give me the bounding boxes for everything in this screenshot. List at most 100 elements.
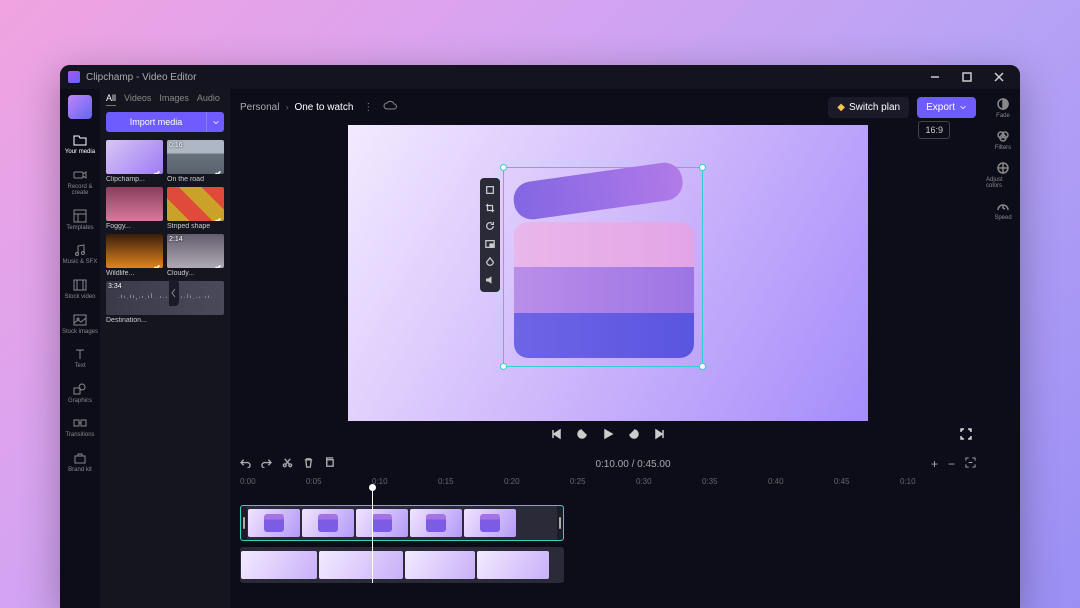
preview-canvas[interactable]: 16:9 [348, 125, 868, 421]
media-tabs: All Videos Images Audio [106, 93, 224, 106]
rail-brand-kit[interactable]: Brand kit [61, 447, 99, 478]
media-item[interactable]: 0:16 On the road [167, 140, 224, 183]
rail-record[interactable]: Record & create [61, 164, 99, 201]
transform-button[interactable] [480, 181, 500, 199]
opacity-button[interactable] [480, 253, 500, 271]
skip-forward-button[interactable] [654, 427, 666, 445]
transition-icon [73, 416, 87, 430]
import-media-dropdown[interactable] [206, 112, 224, 132]
resize-handle[interactable] [500, 164, 507, 171]
tab-all[interactable]: All [106, 93, 116, 106]
floating-toolbar [480, 178, 500, 292]
export-button[interactable]: Export [917, 97, 976, 118]
media-panel: All Videos Images Audio Import media Cli… [100, 89, 230, 608]
chevron-right-icon: › [285, 102, 288, 112]
shapes-icon [73, 382, 87, 396]
briefcase-icon [73, 451, 87, 465]
playhead[interactable] [372, 487, 373, 583]
rail-stock-images[interactable]: Stock images [61, 309, 99, 340]
split-button[interactable] [282, 457, 293, 471]
left-nav-rail: Your media Record & create Templates Mus… [60, 89, 100, 608]
media-item[interactable]: 2:14 Cloudy... [167, 234, 224, 277]
titlebar: Clipchamp - Video Editor [60, 65, 1020, 89]
project-menu-button[interactable]: ⋮ [359, 102, 377, 113]
camera-icon [73, 168, 87, 182]
editor-main: Personal › One to watch ⋮ ◆ Switch plan … [230, 89, 986, 608]
film-icon [73, 278, 87, 292]
zoom-out-button[interactable]: − [948, 457, 955, 471]
diamond-icon: ◆ [837, 102, 845, 113]
switch-plan-button[interactable]: ◆ Switch plan [828, 97, 909, 118]
timeline[interactable]: 0:00 0:05 0:10 0:15 0:20 0:25 0:30 0:35 … [230, 477, 986, 608]
window-title: Clipchamp - Video Editor [86, 72, 196, 83]
minimize-button[interactable] [922, 65, 948, 89]
app-window: Clipchamp - Video Editor Your media Reco… [60, 65, 1020, 608]
timeline-clip[interactable]: Clipchamp icon [240, 505, 564, 541]
zoom-in-button[interactable]: + [931, 457, 938, 471]
rail-music[interactable]: Music & SFX [61, 239, 99, 270]
app-logo-icon [68, 71, 80, 83]
filters-tool[interactable]: Filters [995, 129, 1011, 151]
delete-button[interactable] [303, 457, 314, 471]
player-controls [230, 421, 986, 451]
app-logo-icon [68, 95, 92, 119]
breadcrumb-project[interactable]: One to watch [294, 102, 353, 113]
timeline-toolbar: 0:10.00 / 0:45.00 + − [230, 451, 986, 477]
right-tools-rail: Fade Filters Adjust colors Speed [986, 89, 1020, 608]
zoom-fit-button[interactable] [965, 457, 976, 471]
media-item[interactable]: Clipchamp... [106, 140, 163, 183]
fullscreen-button[interactable] [960, 427, 972, 445]
media-item[interactable]: Wildlife... [106, 234, 163, 277]
close-button[interactable] [986, 65, 1012, 89]
folder-icon [73, 133, 87, 147]
skip-back-button[interactable] [550, 427, 562, 445]
text-icon [73, 347, 87, 361]
rail-text[interactable]: Text [61, 343, 99, 374]
rail-graphics[interactable]: Graphics [61, 378, 99, 409]
tab-images[interactable]: Images [159, 93, 189, 106]
rotate-button[interactable] [480, 217, 500, 235]
timeline-clip[interactable] [240, 547, 564, 583]
clip-trim-handle[interactable] [557, 506, 563, 540]
redo-button[interactable] [261, 457, 272, 471]
fade-tool[interactable]: Fade [996, 97, 1010, 119]
media-grid: Clipchamp... 0:16 On the road Foggy... S… [106, 140, 224, 324]
undo-button[interactable] [240, 457, 251, 471]
audio-mute-button[interactable] [480, 271, 500, 289]
selection-box[interactable] [503, 167, 703, 367]
timeline-ruler[interactable]: 0:00 0:05 0:10 0:15 0:20 0:25 0:30 0:35 … [240, 477, 976, 491]
step-back-button[interactable] [576, 427, 588, 445]
crop-button[interactable] [480, 199, 500, 217]
speed-tool[interactable]: Speed [994, 199, 1011, 221]
media-item[interactable]: Foggy... [106, 187, 163, 230]
music-icon [73, 243, 87, 257]
step-forward-button[interactable] [628, 427, 640, 445]
cloud-sync-icon[interactable] [383, 99, 397, 116]
adjust-colors-tool[interactable]: Adjust colors [986, 161, 1020, 189]
breadcrumb-root[interactable]: Personal [240, 102, 279, 113]
template-icon [73, 209, 87, 223]
resize-handle[interactable] [500, 363, 507, 370]
resize-handle[interactable] [699, 164, 706, 171]
rail-your-media[interactable]: Your media [61, 129, 99, 160]
clapperboard-graphic [514, 178, 694, 358]
rail-templates[interactable]: Templates [61, 205, 99, 236]
tab-videos[interactable]: Videos [124, 93, 151, 106]
pip-button[interactable] [480, 235, 500, 253]
import-media-button[interactable]: Import media [106, 112, 206, 132]
collapse-panel-button[interactable] [169, 280, 179, 306]
resize-handle[interactable] [699, 363, 706, 370]
duplicate-button[interactable] [324, 457, 335, 471]
rail-transitions[interactable]: Transitions [61, 412, 99, 443]
breadcrumb: Personal › One to watch ⋮ [240, 99, 397, 116]
media-item[interactable]: 3:34 Destination... [106, 281, 224, 324]
rail-stock-video[interactable]: Stock video [61, 274, 99, 305]
maximize-button[interactable] [954, 65, 980, 89]
clip-trim-handle[interactable] [241, 506, 247, 540]
play-button[interactable] [602, 427, 614, 445]
media-item[interactable]: Striped shape [167, 187, 224, 230]
tab-audio[interactable]: Audio [197, 93, 220, 106]
aspect-ratio-badge[interactable]: 16:9 [918, 121, 950, 139]
timecode: 0:10.00 / 0:45.00 [345, 459, 921, 470]
topbar: Personal › One to watch ⋮ ◆ Switch plan … [230, 89, 986, 125]
